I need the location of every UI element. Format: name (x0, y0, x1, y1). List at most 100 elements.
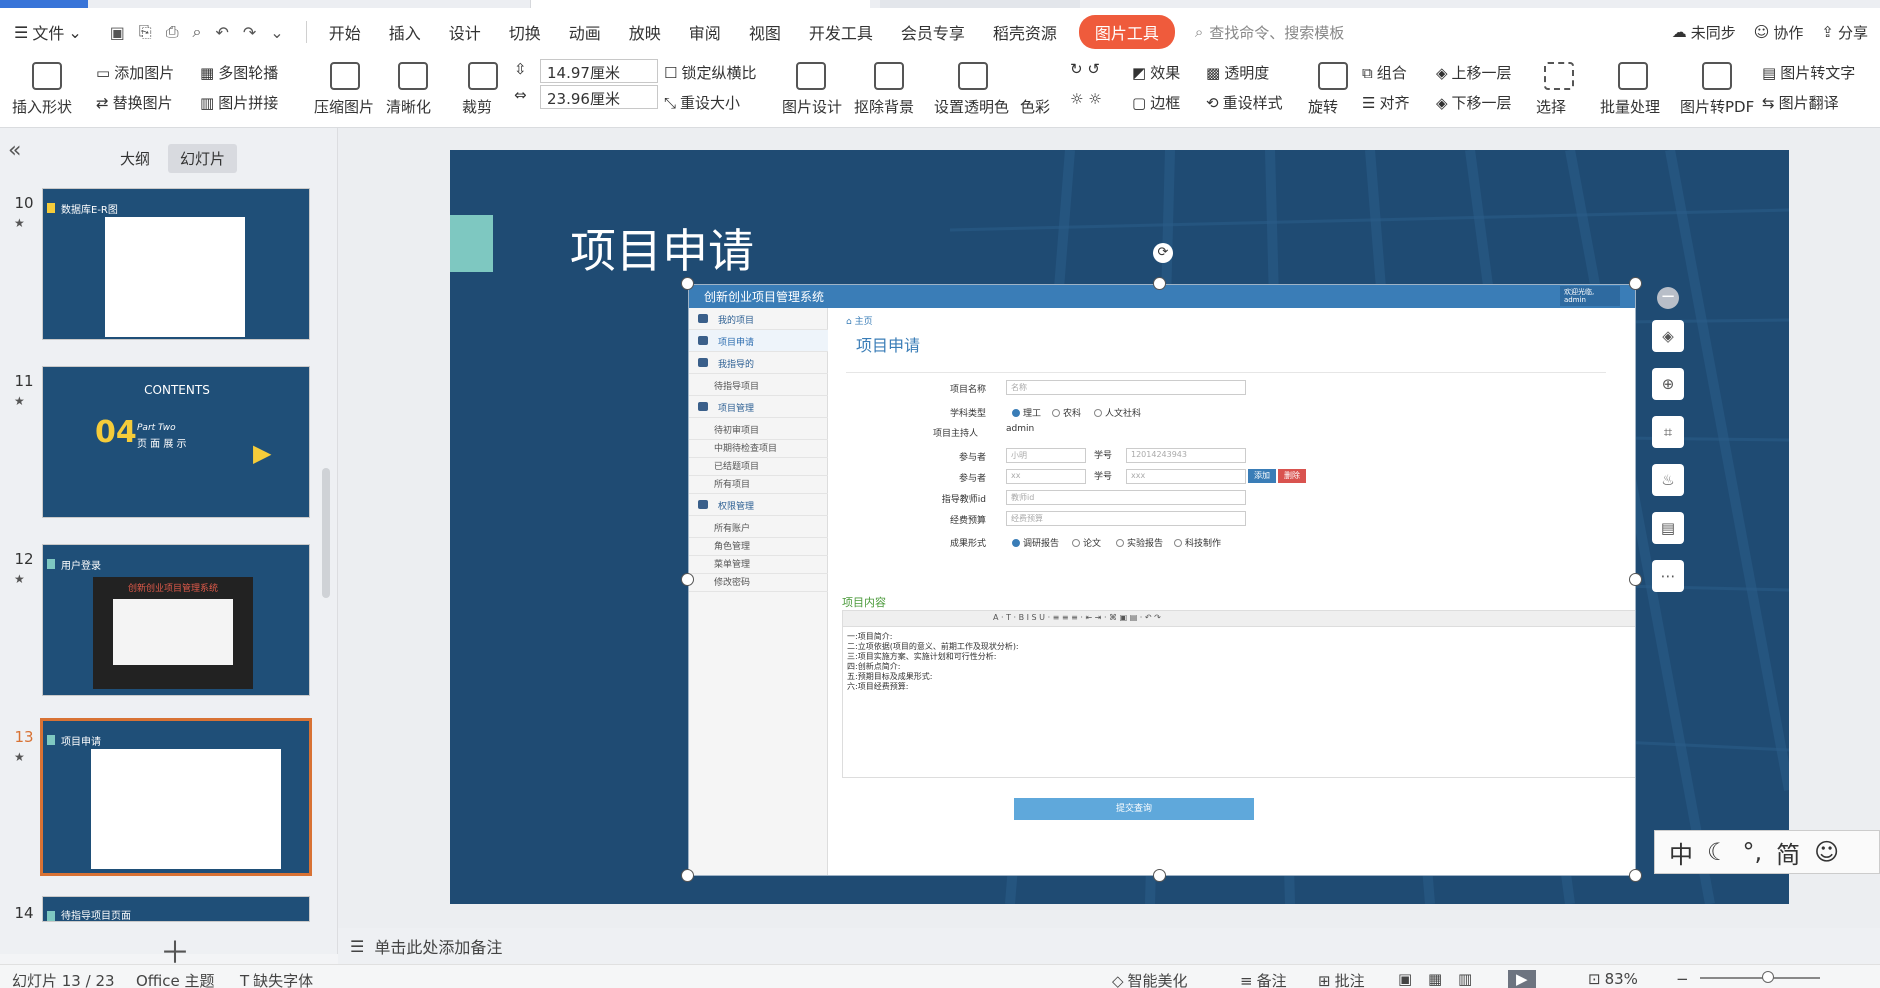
tab-review[interactable]: 审阅 (675, 8, 735, 56)
panel-scrollbar[interactable] (322, 468, 330, 598)
batch-button[interactable]: 批量处理 (1600, 96, 1660, 117)
image-design-button[interactable]: 图片设计 (782, 96, 842, 117)
tab-outline[interactable]: 大纲 (108, 144, 162, 173)
tab-animation[interactable]: 动画 (555, 8, 615, 56)
collapse-tools-button[interactable]: − (1657, 287, 1679, 309)
resize-handle-n[interactable] (1153, 277, 1166, 290)
file-menu[interactable]: ☰ 文件 ⌄ (0, 8, 96, 56)
more-options-icon[interactable]: ⋯ (1652, 560, 1684, 592)
resize-handle-e[interactable] (1629, 573, 1642, 586)
redo-icon[interactable]: ↷ (243, 23, 256, 42)
slide-thumbnail-11[interactable]: CONTENTS 04 Part Two 页 面 展 示 ▶ (42, 366, 310, 518)
sync-button[interactable]: ☁ 未同步 (1672, 22, 1736, 43)
print-icon[interactable]: ⎙ (166, 22, 179, 42)
slide-thumbnail-12[interactable]: 用户登录 创新创业项目管理系统 (42, 544, 310, 696)
slideshow-button[interactable]: ▶ (1508, 970, 1536, 988)
resize-handle-sw[interactable] (681, 869, 694, 882)
select-button[interactable]: 选择 (1536, 96, 1566, 117)
document-tab[interactable] (530, 0, 870, 8)
sharpen-button[interactable]: 清晰化 (386, 96, 431, 117)
zoom-slider-thumb[interactable] (1762, 971, 1774, 983)
width-input[interactable]: 14.97厘米 (540, 59, 658, 83)
lightbulb-icon[interactable]: ♨ (1652, 464, 1684, 496)
slide-thumbnail-10[interactable]: 数据库E-R图 (42, 188, 310, 340)
slide-thumbnail-14[interactable]: 待指导项目页面 (42, 896, 310, 922)
tab-home[interactable]: 开始 (315, 8, 375, 56)
tab-member[interactable]: 会员专享 (887, 8, 979, 56)
zoom-in-icon[interactable]: ⊕ (1652, 368, 1684, 400)
collapse-panel-icon[interactable]: « (8, 138, 21, 163)
border-button[interactable]: ▢ 边框 (1132, 92, 1180, 113)
multi-carousel-button[interactable]: ▦ 多图轮播 (200, 62, 278, 83)
tab-docer[interactable]: 稻壳资源 (979, 8, 1071, 56)
emoji-icon[interactable]: ☺ (1814, 838, 1839, 866)
effect-button[interactable]: ◩ 效果 (1132, 62, 1180, 83)
zoom-out-icon[interactable]: − (1676, 970, 1689, 988)
beautify-button[interactable]: ◇ 智能美化 (1112, 970, 1188, 988)
ime-mode[interactable]: 简 (1776, 835, 1800, 870)
save-icon[interactable]: ▣ (110, 23, 125, 42)
tab-transition[interactable]: 切换 (495, 8, 555, 56)
slide-thumbnail-13[interactable]: 项目申请 (40, 718, 312, 876)
crop-tool-icon[interactable]: ⌗ (1652, 416, 1684, 448)
document-tab-2[interactable] (880, 0, 1080, 8)
zoom-slider[interactable] (1700, 977, 1820, 979)
ime-language[interactable]: 中 (1669, 835, 1693, 870)
reset-size-button[interactable]: ⤡ 重设大小 (664, 92, 740, 113)
comment-button[interactable]: ⊞ 批注 (1318, 970, 1365, 988)
to-pdf-button[interactable]: 图片转PDF (1680, 96, 1754, 117)
tab-slides[interactable]: 幻灯片 (168, 144, 238, 173)
notes-toggle[interactable]: ≡ 备注 (1240, 970, 1287, 988)
insert-shape-button[interactable]: 插入形状 (12, 96, 72, 117)
align-button[interactable]: ☰ 对齐 (1362, 92, 1409, 113)
group-button[interactable]: ⧉ 组合 (1362, 62, 1407, 83)
bring-forward-button[interactable]: ◈ 上移一层 (1436, 62, 1512, 83)
send-backward-button[interactable]: ◈ 下移一层 (1436, 92, 1512, 113)
resize-handle-s[interactable] (1153, 869, 1166, 882)
slide-title[interactable]: 项目申请 (570, 215, 754, 281)
to-text-button[interactable]: ▤ 图片转文字 (1762, 62, 1855, 83)
collab-button[interactable]: ☺ 协作 (1754, 22, 1804, 43)
layers-icon[interactable]: ◈ (1652, 320, 1684, 352)
tab-insert[interactable]: 插入 (375, 8, 435, 56)
tab-picture-tools[interactable]: 图片工具 (1078, 15, 1175, 49)
export-icon[interactable]: ⎘ (139, 22, 152, 42)
reset-style-button[interactable]: ⟲ 重设样式 (1206, 92, 1283, 113)
undo-icon[interactable]: ↶ (215, 23, 228, 42)
preview-icon[interactable]: ⌕ (193, 22, 202, 42)
rotate-left-icon[interactable]: ↻ ↺ (1070, 60, 1100, 78)
set-transparent-button[interactable]: 设置透明色 (934, 96, 1009, 117)
image-to-text-icon[interactable]: ▤ (1652, 512, 1684, 544)
compress-button[interactable]: 压缩图片 (314, 96, 374, 117)
missing-font-button[interactable]: T 缺失字体 (240, 970, 313, 988)
replace-image-button[interactable]: ⇄ 替换图片 (96, 92, 173, 113)
tab-developer[interactable]: 开发工具 (795, 8, 887, 56)
crop-button[interactable]: 裁剪 (462, 96, 492, 117)
view-reading-icon[interactable]: ▥ (1458, 970, 1472, 988)
tab-view[interactable]: 视图 (735, 8, 795, 56)
more-icon[interactable]: ⌄ (270, 23, 283, 42)
resize-handle-ne[interactable] (1629, 277, 1642, 290)
zoom-level[interactable]: ⊡ 83% (1588, 970, 1638, 988)
theme-name[interactable]: Office 主题 (136, 970, 215, 988)
resize-handle-se[interactable] (1629, 869, 1642, 882)
view-grid-icon[interactable]: ▦ (1428, 970, 1442, 988)
rotate-handle[interactable]: ⟳ (1153, 243, 1173, 263)
remove-bg-button[interactable]: 抠除背景 (854, 96, 914, 117)
transparency-button[interactable]: ▩ 透明度 (1206, 62, 1269, 83)
rotate-button[interactable]: 旋转 (1308, 96, 1338, 117)
home-tab[interactable] (0, 0, 88, 8)
add-image-button[interactable]: ▭ 添加图片 (96, 62, 174, 83)
image-stitch-button[interactable]: ▥ 图片拼接 (200, 92, 278, 113)
notes-pane[interactable]: ☰ 单击此处添加备注 (338, 928, 1880, 964)
color-button[interactable]: 色彩 (1020, 96, 1050, 117)
brightness-icon[interactable]: ☼ ☼ (1070, 90, 1102, 108)
resize-handle-nw[interactable] (681, 277, 694, 290)
resize-handle-w[interactable] (681, 573, 694, 586)
translate-button[interactable]: ⇆ 图片翻译 (1762, 92, 1839, 113)
share-button[interactable]: ⇪ 分享 (1821, 22, 1868, 43)
tab-slideshow[interactable]: 放映 (615, 8, 675, 56)
height-input[interactable]: 23.96厘米 (540, 85, 658, 109)
lock-ratio-checkbox[interactable]: ☐ 锁定纵横比 (664, 62, 756, 83)
punctuation-icon[interactable]: °, (1743, 838, 1763, 866)
